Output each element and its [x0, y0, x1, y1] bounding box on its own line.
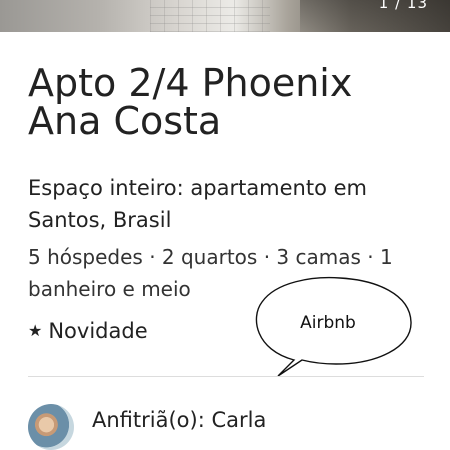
photo-counter: 1 / 13	[378, 0, 428, 12]
bubble-label: Airbnb	[300, 313, 356, 333]
listing-title: Apto 2/4 Phoenix Ana Costa	[28, 61, 353, 143]
host-name[interactable]: Anfitriã(o): Carla	[92, 404, 266, 436]
listing-screen: 1 / 13 Apto 2/4 Phoenix Ana Costa Espaço…	[0, 0, 450, 450]
listing-subtitle: Espaço inteiro: apartamento em Santos, B…	[28, 176, 368, 232]
section-divider	[28, 376, 424, 377]
new-listing-badge: ★ Novidade	[28, 315, 148, 347]
photo-wall	[150, 0, 270, 32]
badge-label: Novidade	[48, 319, 148, 343]
star-icon: ★	[28, 321, 43, 340]
listing-photo[interactable]: 1 / 13	[0, 0, 450, 32]
host-avatar[interactable]	[28, 404, 74, 450]
